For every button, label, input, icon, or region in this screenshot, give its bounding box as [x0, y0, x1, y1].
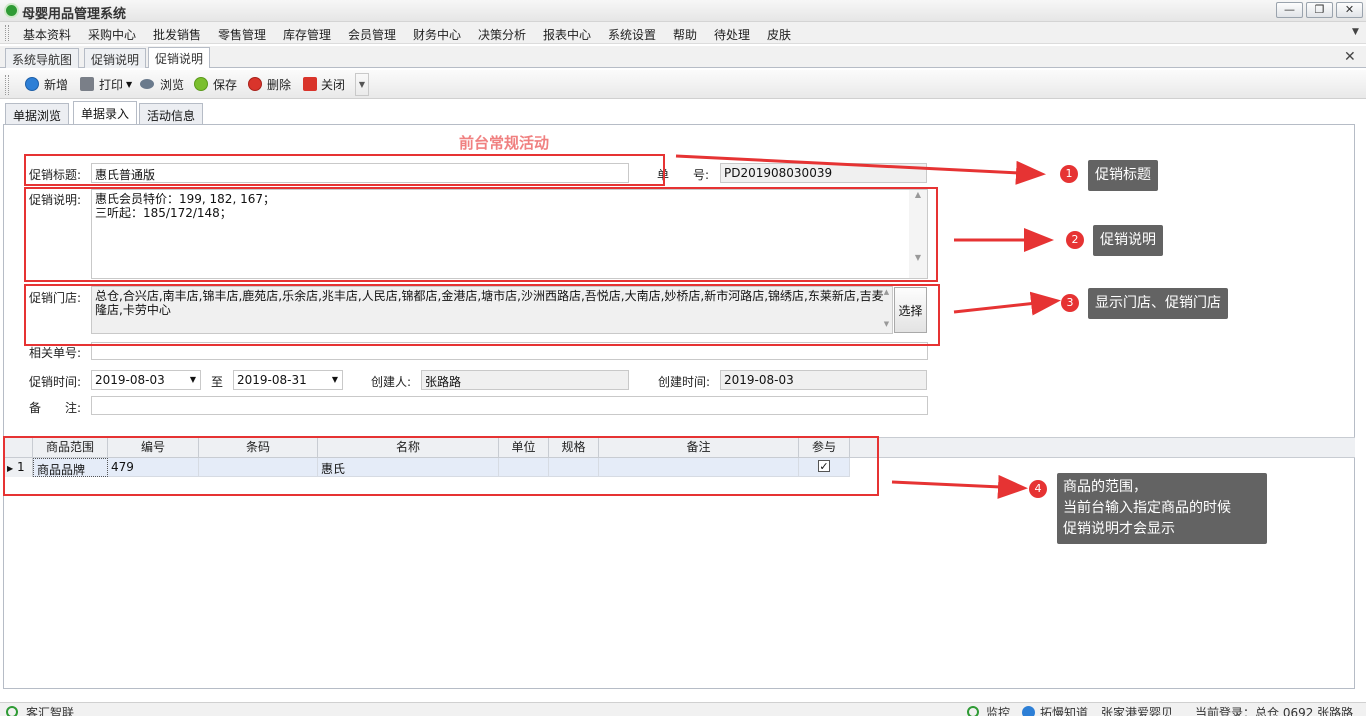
status-help[interactable]: 拓慢知道: [1040, 704, 1088, 716]
annotation-2: 促销说明: [1093, 225, 1163, 256]
info-icon: [1022, 706, 1035, 716]
status-login: 当前登录：总仓 0692 张路路: [1195, 706, 1354, 716]
annotation-3: 显示门店、促销门店: [1088, 288, 1228, 319]
annotation-number-3: 3: [1061, 294, 1079, 312]
arrow-3: [953, 291, 1061, 316]
status-monitor[interactable]: 监控: [986, 704, 1010, 716]
arrow-1: [675, 154, 1046, 185]
status-store: 张家港爱婴贝: [1101, 706, 1174, 716]
annotation-4-line-3: 促销说明才会显示: [1063, 521, 1175, 537]
annotation-4-line-1: 商品的范围，: [1063, 479, 1147, 495]
annotation-number-1: 1: [1060, 165, 1078, 183]
annotation-4: 商品的范围， 当前台输入指定商品的时候 促销说明才会显示: [1057, 473, 1267, 544]
annotation-4-line-2: 当前台输入指定商品的时候: [1063, 500, 1231, 516]
status-company: 客汇智联: [26, 706, 75, 716]
annotation-arrows: [675, 154, 1061, 499]
status-logo-icon: [6, 706, 18, 716]
status-bar: 客汇智联 监控 拓慢知道 张家港爱婴贝 当前登录：总仓 0692 张路路: [0, 702, 1366, 716]
arrow-4: [891, 474, 1028, 499]
annotation-number-4: 4: [1029, 480, 1047, 498]
annotation-number-2: 2: [1066, 231, 1084, 249]
monitor-icon: [967, 706, 979, 716]
annotation-1: 促销标题: [1088, 160, 1158, 191]
